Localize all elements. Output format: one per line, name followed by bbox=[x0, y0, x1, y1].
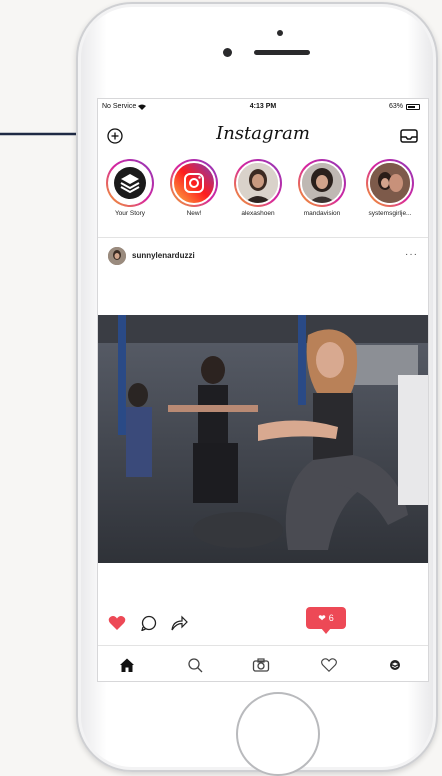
story-mandavision[interactable]: mandavision bbox=[292, 159, 352, 217]
stories-tray: Your Story New! alexashoen mandavision s… bbox=[98, 159, 428, 231]
camera-icon bbox=[252, 658, 270, 672]
post-username[interactable]: sunnylenarduzzi bbox=[132, 251, 195, 260]
story-label: New! bbox=[186, 210, 202, 217]
avatar bbox=[238, 163, 278, 203]
more-options-icon[interactable]: ··· bbox=[405, 249, 418, 260]
divider bbox=[98, 237, 428, 238]
tab-search[interactable] bbox=[184, 654, 206, 676]
search-icon bbox=[188, 658, 203, 673]
likes-badge: ❤ 6 bbox=[306, 607, 346, 629]
status-time: 4:13 PM bbox=[249, 103, 277, 110]
instagram-logo: Instagram bbox=[216, 123, 310, 144]
tab-activity[interactable] bbox=[318, 654, 340, 676]
story-label: Your Story bbox=[114, 210, 146, 217]
story-ring bbox=[170, 159, 218, 207]
instagram-camera-icon bbox=[184, 173, 204, 193]
comment-icon[interactable] bbox=[140, 615, 158, 631]
tab-bar bbox=[98, 645, 428, 681]
tab-home[interactable] bbox=[116, 654, 138, 676]
post-actions bbox=[98, 609, 428, 635]
post-header: sunnylenarduzzi ··· bbox=[98, 243, 428, 269]
story-label: alexashoen bbox=[241, 210, 275, 217]
app-header: Instagram bbox=[98, 117, 428, 151]
status-bar: No Service 4:13 PM 63% bbox=[98, 99, 428, 115]
avatar bbox=[370, 163, 410, 203]
home-button[interactable] bbox=[236, 692, 320, 776]
app-screen: No Service 4:13 PM 63% Instagram Your St… bbox=[97, 98, 429, 682]
story-your-story[interactable]: Your Story bbox=[100, 159, 160, 217]
battery-icon bbox=[406, 103, 420, 110]
bubble-tail bbox=[321, 628, 331, 634]
story-new[interactable]: New! bbox=[164, 159, 224, 217]
story-systemsgirljenna[interactable]: systemsgirlje... bbox=[360, 159, 420, 217]
profile-icon bbox=[390, 660, 400, 670]
inbox-icon[interactable] bbox=[400, 129, 418, 143]
activity-notification[interactable]: ❤ 6 bbox=[306, 607, 346, 634]
home-icon bbox=[120, 658, 134, 672]
tab-camera[interactable] bbox=[250, 654, 272, 676]
likes-count: 6 bbox=[328, 613, 334, 623]
story-ring bbox=[298, 159, 346, 207]
heart-outline-icon bbox=[321, 658, 337, 673]
story-label: mandavision bbox=[303, 210, 341, 217]
tab-profile[interactable] bbox=[384, 654, 406, 676]
story-ring bbox=[366, 159, 414, 207]
layers-icon bbox=[114, 167, 146, 199]
story-ring bbox=[234, 159, 282, 207]
proximity-sensor bbox=[277, 30, 283, 36]
front-camera bbox=[223, 48, 232, 57]
story-alexashoen[interactable]: alexashoen bbox=[228, 159, 288, 217]
workout-photo bbox=[98, 315, 428, 563]
earpiece-speaker bbox=[254, 50, 310, 55]
heart-icon: ❤ bbox=[318, 612, 326, 623]
post-photo[interactable] bbox=[98, 315, 428, 563]
avatar-image bbox=[108, 247, 126, 265]
avatar bbox=[302, 163, 342, 203]
like-heart-icon[interactable] bbox=[108, 615, 126, 631]
battery-percent: 63% bbox=[388, 103, 403, 110]
share-icon[interactable] bbox=[170, 615, 188, 631]
story-label: systemsgirlje... bbox=[368, 210, 412, 217]
story-ring bbox=[106, 159, 154, 207]
avatar[interactable] bbox=[108, 247, 126, 265]
